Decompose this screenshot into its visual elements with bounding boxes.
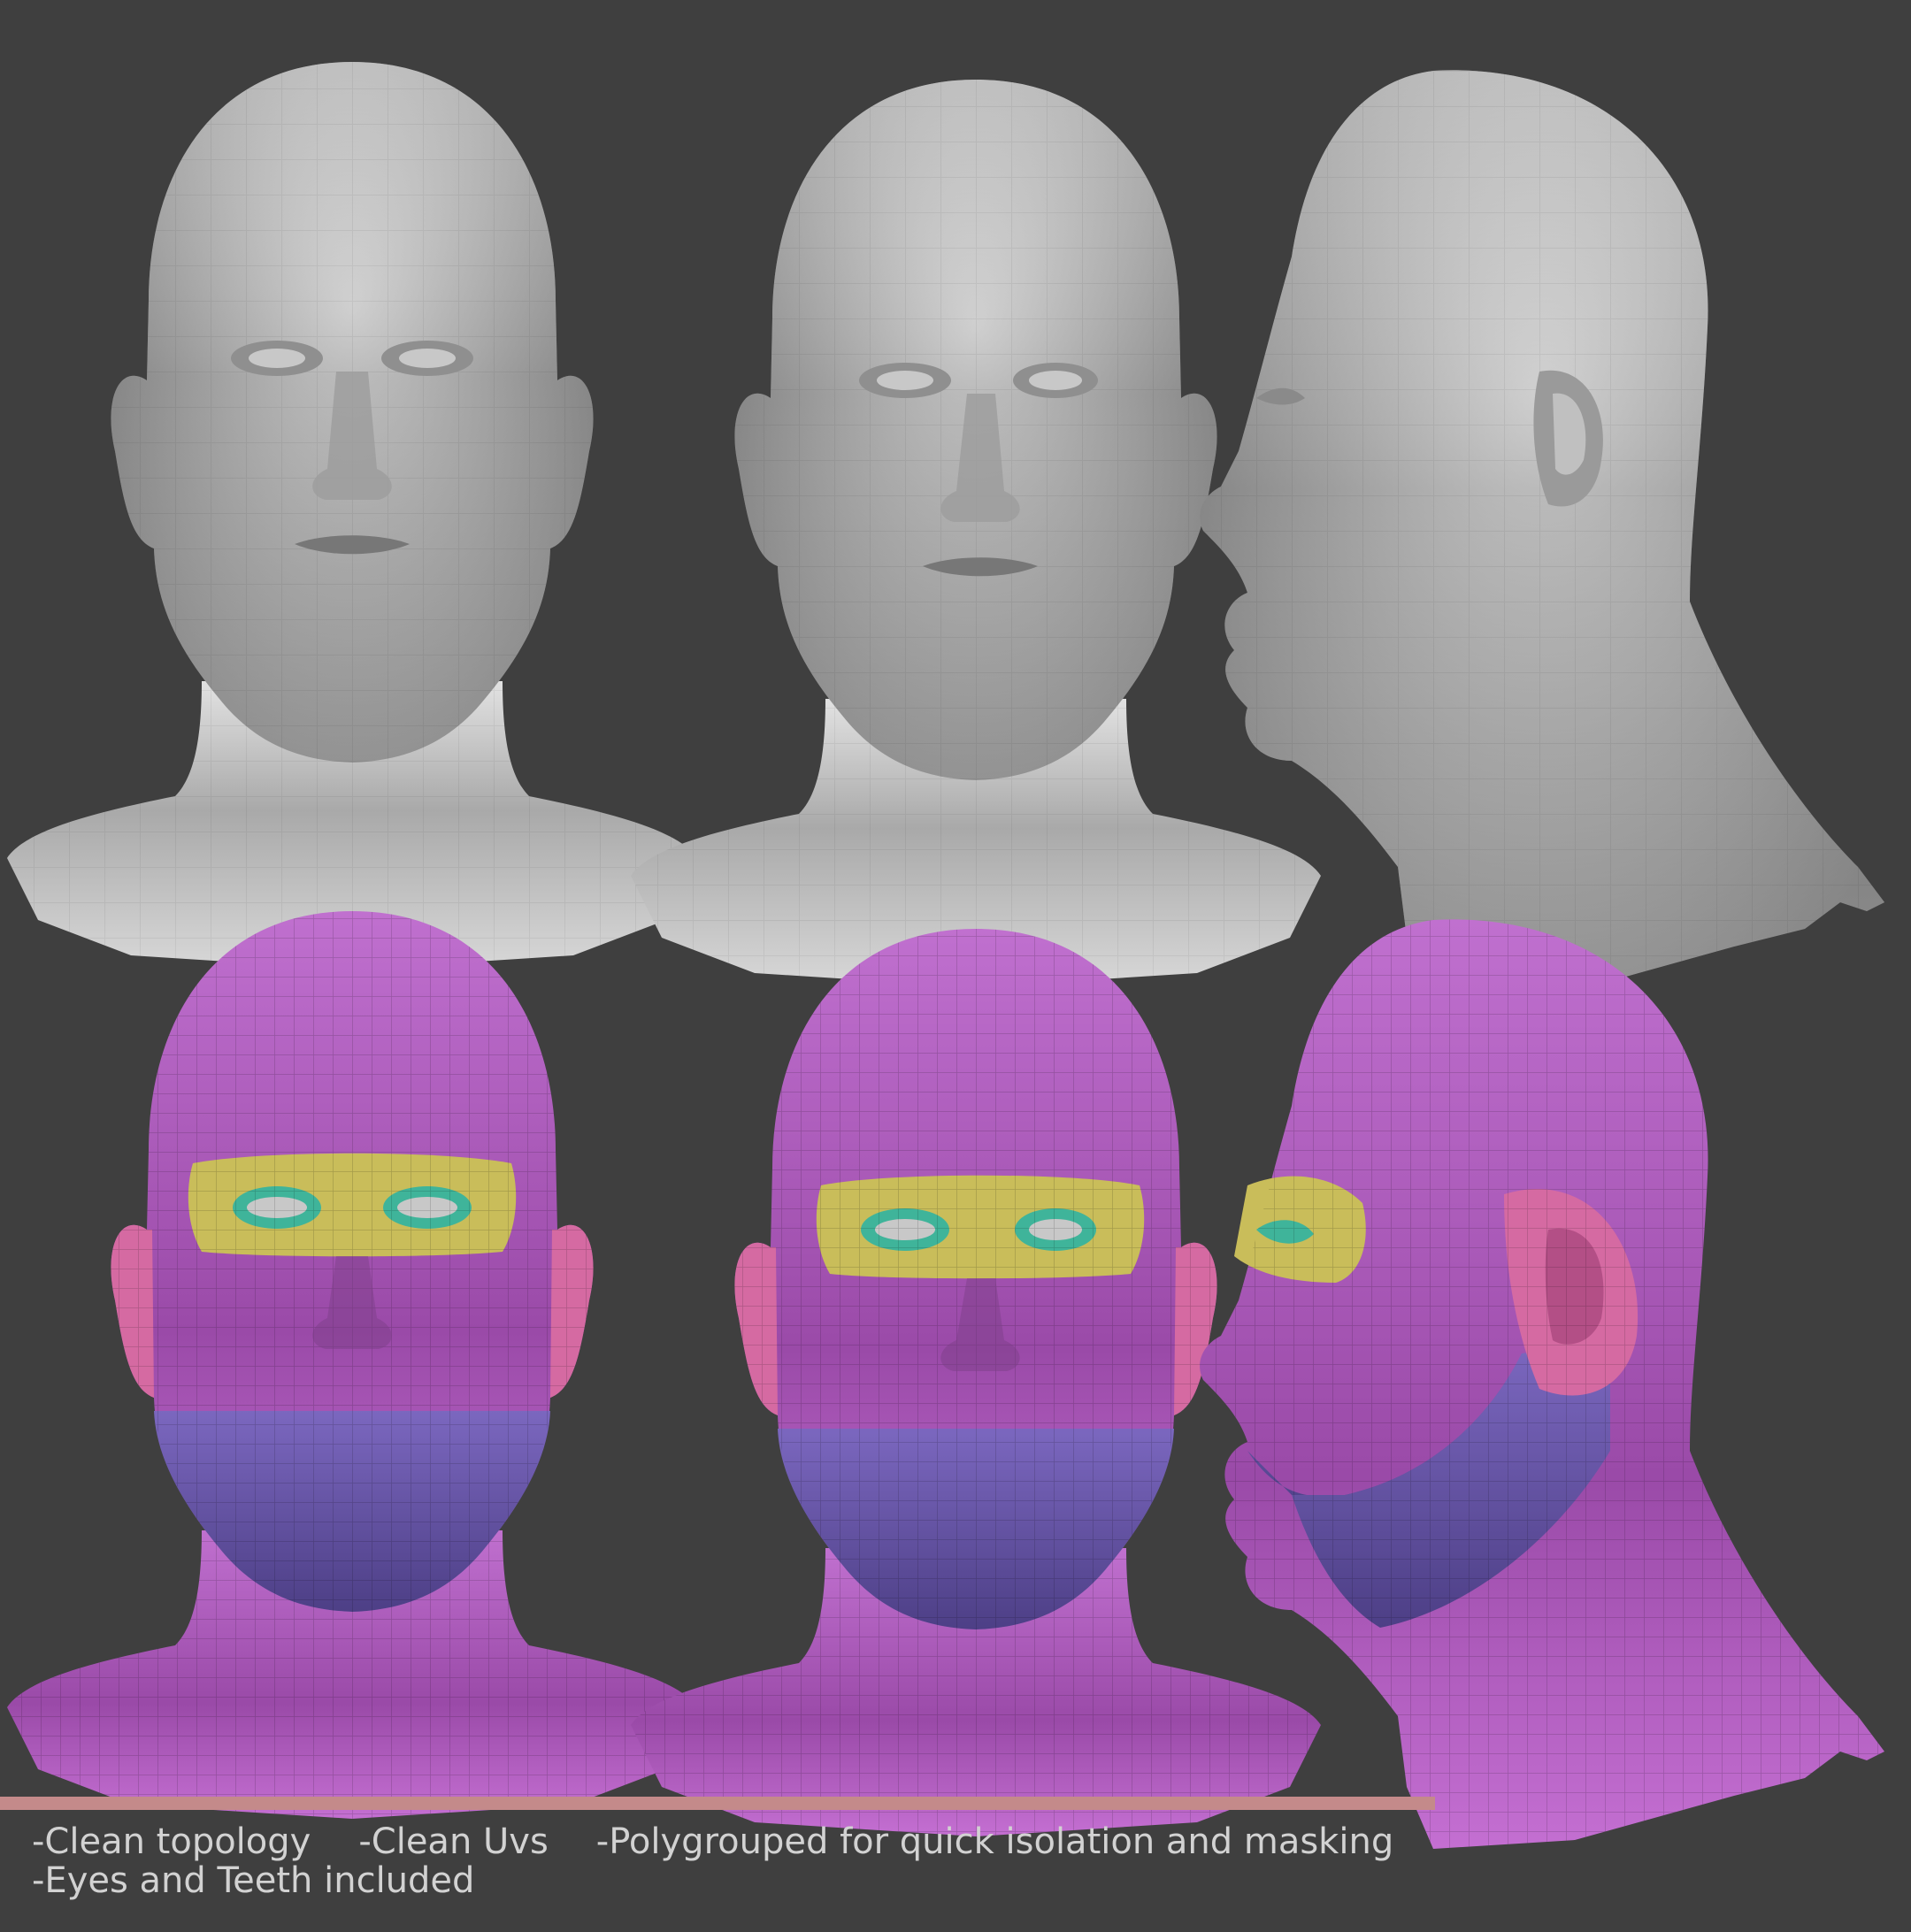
clay-front-render: [7, 62, 697, 970]
accent-divider: [0, 1797, 1435, 1810]
feature-line-2: -Eyes and Teeth included: [32, 1861, 1536, 1900]
feature-clean-uvs: -Clean Uvs: [358, 1821, 549, 1862]
feature-line-1: -Clean topology -Clean Uvs -Polygrouped fo…: [32, 1822, 1536, 1861]
feature-clean-topology: -Clean topology: [32, 1821, 311, 1862]
render-sheet: [7, 62, 1884, 1849]
feature-notes: -Clean topology -Clean Uvs -Polygrouped fo…: [32, 1822, 1536, 1900]
feature-eyes-teeth: -Eyes and Teeth included: [32, 1860, 475, 1901]
polygroup-front-render: [7, 911, 697, 1819]
feature-polygrouped: -Polygrouped for quick isolation and mas…: [595, 1821, 1394, 1862]
